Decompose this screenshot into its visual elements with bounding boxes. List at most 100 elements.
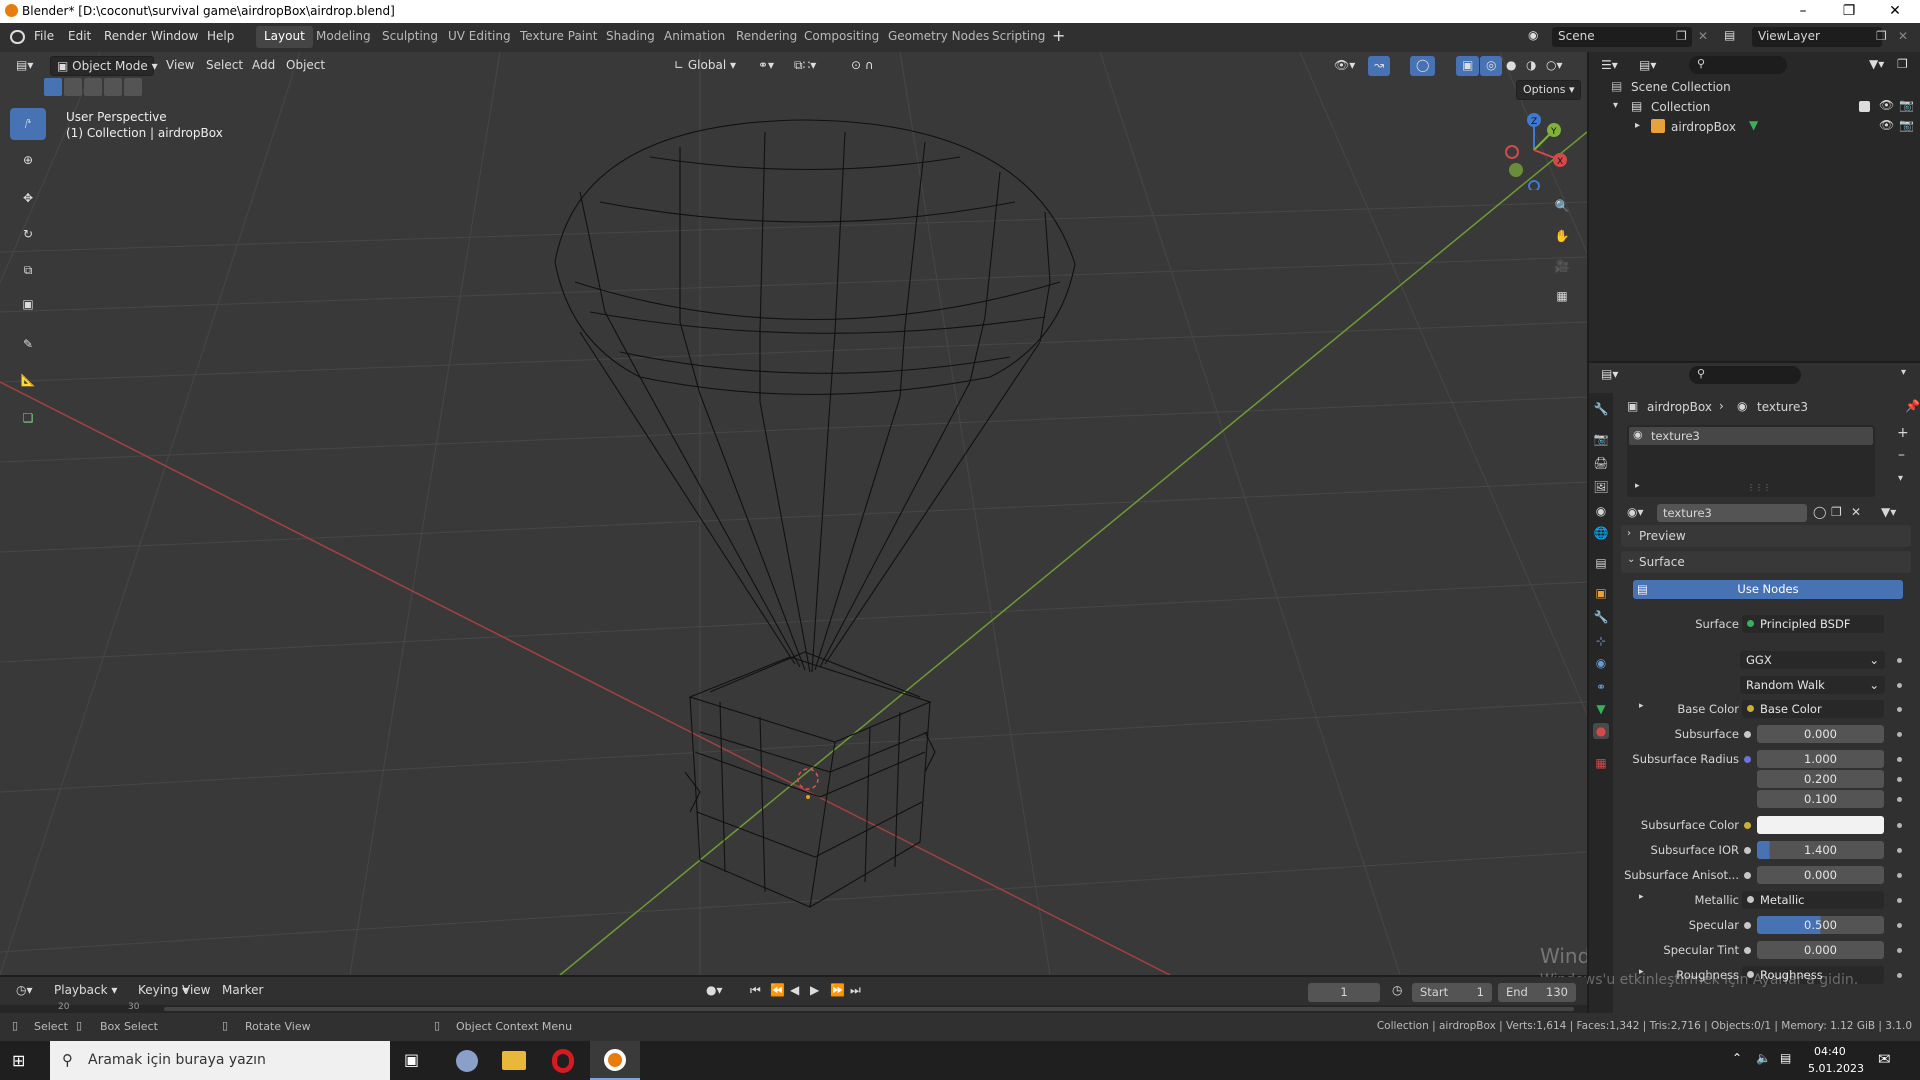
current-frame-field[interactable]: 1: [1308, 983, 1380, 1002]
keyframe-dot[interactable]: [1897, 757, 1902, 762]
tool-move[interactable]: ✥: [10, 182, 46, 214]
tab-modeling[interactable]: Modeling: [308, 26, 379, 48]
end-frame-field[interactable]: End 130: [1498, 983, 1576, 1002]
filter-icon[interactable]: ▼▾: [1869, 57, 1884, 71]
unlink-material-icon[interactable]: ✕: [1851, 505, 1861, 519]
volume-icon[interactable]: 🔈: [1756, 1051, 1771, 1065]
slot-specials-icon[interactable]: ▾: [1898, 473, 1903, 484]
pan-view-button[interactable]: ✋: [1548, 222, 1576, 250]
delete-scene-icon[interactable]: ✕: [1698, 29, 1708, 43]
keyframe-dot[interactable]: [1897, 797, 1902, 802]
play-reverse-icon[interactable]: ◀: [784, 981, 805, 1001]
keyframe-dot[interactable]: [1897, 973, 1902, 978]
add-slot-icon[interactable]: +: [1897, 425, 1909, 441]
scene-field[interactable]: Scene: [1552, 27, 1692, 47]
expand-arrow-icon[interactable]: ▸: [1635, 481, 1640, 491]
surface-shader-field[interactable]: Principled BSDF: [1742, 615, 1884, 633]
timeline-editor-icon[interactable]: ◷▾: [10, 981, 39, 1001]
specular-tint-field[interactable]: 0.000: [1757, 941, 1884, 959]
metallic-field[interactable]: Metallic: [1742, 891, 1884, 909]
scene-selector-icon[interactable]: ◉: [1528, 28, 1548, 46]
mode-selector[interactable]: ▣ Object Mode ▾: [50, 56, 158, 76]
new-collection-icon[interactable]: ❐: [1897, 57, 1908, 71]
tool-select-box[interactable]: ⭚: [10, 108, 46, 140]
socket-dot[interactable]: [1744, 872, 1751, 879]
subsurface-radius-z-field[interactable]: 0.100: [1757, 790, 1884, 808]
display-mode-icon[interactable]: ▤▾: [1639, 58, 1656, 72]
world-tab-icon[interactable]: 🌐: [1593, 525, 1609, 541]
socket-dot[interactable]: [1744, 731, 1751, 738]
keyframe-dot[interactable]: [1897, 707, 1902, 712]
start-frame-field[interactable]: Start 1: [1412, 983, 1492, 1002]
render-camera-icon[interactable]: 📷: [1899, 98, 1914, 112]
file-explorer-icon[interactable]: [502, 1051, 526, 1070]
keyframe-dot[interactable]: [1897, 658, 1902, 663]
tool-cursor[interactable]: ⊕: [10, 144, 46, 176]
tool-transform[interactable]: ▣: [10, 288, 46, 320]
menu-view[interactable]: View: [160, 56, 200, 76]
resize-handle-icon[interactable]: ⋮⋮⋮: [1747, 483, 1771, 492]
physics-tab-icon[interactable]: ◉: [1593, 655, 1609, 671]
tab-sculpting[interactable]: Sculpting: [374, 26, 446, 48]
menu-file[interactable]: File: [34, 29, 54, 43]
texture-tab-icon[interactable]: ▦: [1593, 755, 1609, 771]
viewlayer-icon[interactable]: ▤: [1724, 28, 1735, 42]
material-slot-list[interactable]: ◉ texture3 ▸ ⋮⋮⋮: [1627, 425, 1875, 497]
outliner-editor-icon[interactable]: ☰▾: [1601, 58, 1618, 72]
windows-start-icon[interactable]: ⊞: [12, 1051, 32, 1071]
proportional-edit-icon[interactable]: ⊙ ∩: [845, 56, 880, 76]
menu-playback[interactable]: Playback ▾: [48, 981, 123, 1001]
select-new-icon[interactable]: [44, 78, 62, 96]
material-tab-icon[interactable]: ●: [1593, 723, 1609, 739]
tab-rendering[interactable]: Rendering: [728, 26, 805, 48]
play-icon[interactable]: ▶: [804, 981, 825, 1001]
tool-measure[interactable]: 📐: [10, 364, 46, 396]
tab-compositing[interactable]: Compositing: [796, 26, 887, 48]
navigation-gizmo[interactable]: Z Y X: [1496, 110, 1574, 190]
subsurface-radius-x-field[interactable]: 1.000: [1757, 750, 1884, 768]
render-camera-icon[interactable]: 📷: [1899, 118, 1914, 132]
scene-tab-icon[interactable]: ◉: [1593, 503, 1609, 519]
subsurface-color-swatch[interactable]: [1757, 816, 1884, 834]
socket-dot[interactable]: [1744, 947, 1751, 954]
snap-icon[interactable]: ⧉∷▾: [788, 56, 822, 76]
tab-animation[interactable]: Animation: [656, 26, 733, 48]
tray-expand-icon[interactable]: ⌃: [1732, 1051, 1742, 1065]
socket-dot[interactable]: [1744, 822, 1751, 829]
expand-arrow-icon[interactable]: ▾: [1613, 100, 1618, 111]
object-tab-icon[interactable]: ▣: [1593, 585, 1609, 601]
auto-keying-icon[interactable]: ●▾: [700, 981, 729, 1001]
outliner-row-object[interactable]: ▸ airdropBox ▼ 👁 📷: [1589, 117, 1920, 137]
3d-viewport[interactable]: ▤▾ ▣ Object Mode ▾ View Select Add Objec…: [0, 52, 1587, 975]
collection-tab-icon[interactable]: ▤: [1593, 555, 1609, 571]
outliner-search-input[interactable]: ⚲: [1689, 56, 1787, 74]
menu-object[interactable]: Object: [280, 56, 331, 76]
select-intersect-icon[interactable]: [124, 78, 142, 96]
rendered-shading-icon[interactable]: ○▾: [1540, 56, 1569, 76]
menu-help[interactable]: Help: [207, 29, 234, 43]
tool-annotate[interactable]: ✎: [10, 328, 46, 360]
new-viewlayer-icon[interactable]: ❐: [1876, 29, 1887, 43]
subsurface-anisotropy-field[interactable]: 0.000: [1757, 866, 1884, 884]
zoom-view-button[interactable]: 🔍: [1548, 192, 1576, 220]
exclude-checkbox[interactable]: [1859, 101, 1870, 112]
material-name-field[interactable]: texture3: [1657, 504, 1807, 522]
tab-geometry-nodes[interactable]: Geometry Nodes: [880, 26, 997, 48]
tab-scripting[interactable]: Scripting: [984, 26, 1053, 48]
notification-icon[interactable]: ✉: [1878, 1050, 1891, 1068]
socket-dot[interactable]: [1744, 847, 1751, 854]
pivot-icon[interactable]: ⚭▾: [752, 56, 780, 76]
tool-rotate[interactable]: ↻: [10, 218, 46, 250]
socket-dot[interactable]: [1744, 756, 1751, 763]
keyframe-dot[interactable]: [1897, 683, 1902, 688]
preview-panel-header[interactable]: › Preview: [1621, 525, 1911, 547]
xray-toggle-icon[interactable]: ▣: [1456, 56, 1480, 76]
properties-editor-icon[interactable]: ▤▾: [1601, 367, 1618, 381]
keyframe-dot[interactable]: [1897, 898, 1902, 903]
menu-window[interactable]: Window: [151, 29, 198, 43]
duplicate-material-icon[interactable]: ❐: [1831, 505, 1842, 519]
taskbar-search-box[interactable]: ⚲ Aramak için buraya yazın: [50, 1041, 390, 1080]
gizmo-toggle-icon[interactable]: ↝: [1368, 56, 1391, 76]
options-dropdown[interactable]: Options ▾: [1516, 80, 1582, 100]
modifier-tab-icon[interactable]: 🔧: [1593, 609, 1609, 625]
